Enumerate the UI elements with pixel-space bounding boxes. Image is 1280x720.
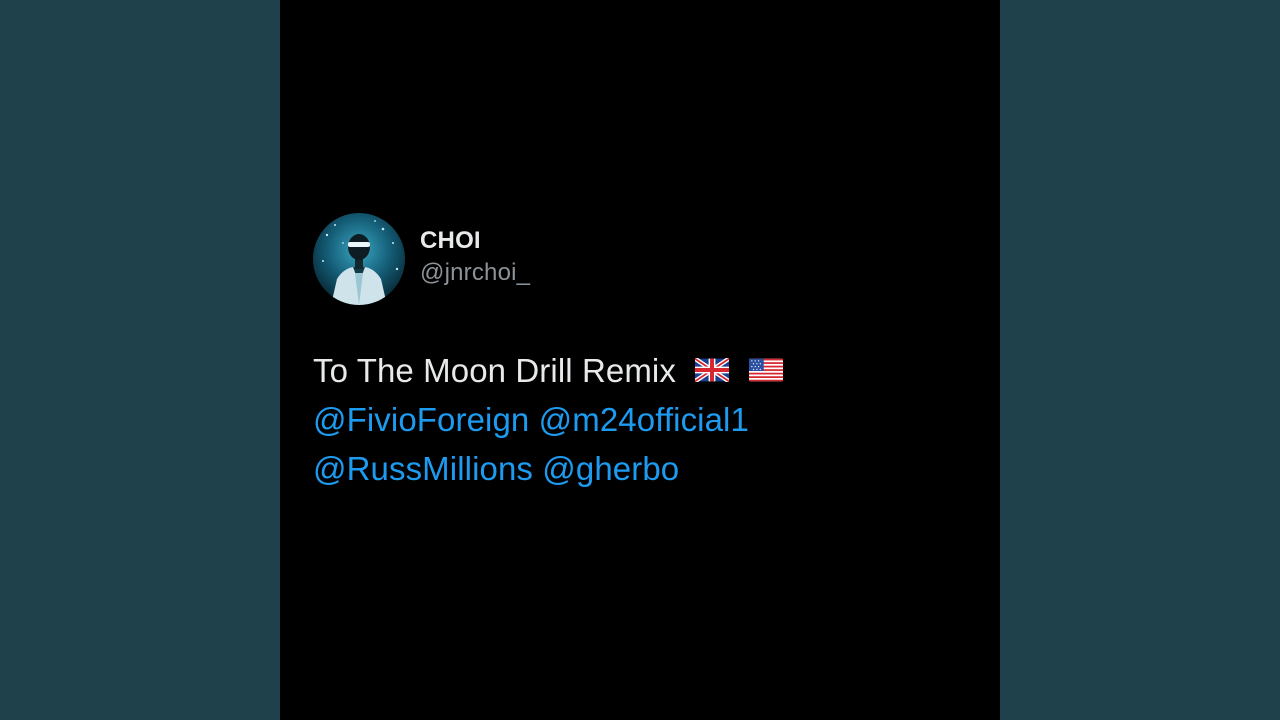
mention-link[interactable]: @gherbo bbox=[542, 450, 679, 487]
profile-photo-icon bbox=[313, 213, 405, 305]
us-flag-icon bbox=[748, 358, 783, 382]
tweet-card: CHOI @jnrchoi_ To The Moon Drill Remix @… bbox=[280, 0, 1000, 720]
tweet-line-1: To The Moon Drill Remix bbox=[313, 346, 973, 395]
display-name[interactable]: CHOI bbox=[420, 226, 530, 256]
mention-link[interactable]: @RussMillions bbox=[313, 450, 533, 487]
mention-link[interactable]: @FivioForeign bbox=[313, 401, 529, 438]
tweet-line-2: @FivioForeign @m24official1 bbox=[313, 395, 973, 444]
tweet-line-3: @RussMillions @gherbo bbox=[313, 444, 973, 493]
mention-link[interactable]: @m24official1 bbox=[539, 401, 749, 438]
tweet-author[interactable]: CHOI @jnrchoi_ bbox=[313, 213, 530, 305]
page-background: CHOI @jnrchoi_ To The Moon Drill Remix @… bbox=[0, 0, 1280, 720]
uk-flag-icon bbox=[695, 358, 730, 383]
user-handle[interactable]: @jnrchoi_ bbox=[420, 256, 530, 290]
avatar[interactable] bbox=[313, 213, 405, 305]
tweet-title: To The Moon Drill Remix bbox=[313, 352, 676, 389]
tweet-text: To The Moon Drill Remix @FivioForeign @m… bbox=[313, 346, 973, 493]
